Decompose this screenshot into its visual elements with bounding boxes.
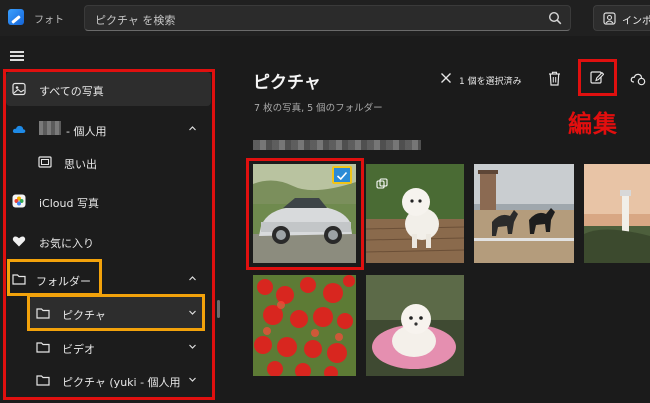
annotation-edit-caption: 編集: [568, 110, 618, 138]
page-subtitle: 7 枚の写真, 5 個のフォルダー: [254, 103, 383, 114]
trash-icon[interactable]: [548, 71, 561, 86]
search-box[interactable]: ピクチャ を検索: [84, 5, 571, 31]
import-label: インポート: [622, 16, 650, 27]
title-bar: フォト ピクチャ を検索 インポート: [0, 0, 650, 36]
horses-photo-image: [474, 164, 574, 263]
annotation-yellow-box-pictures: [27, 294, 205, 331]
photo-thumbnail-red-flowers[interactable]: [253, 275, 356, 376]
annotation-red-box-sidebar: [3, 69, 215, 400]
search-input[interactable]: ピクチャ を検索: [95, 12, 175, 28]
photos-app-icon: [8, 9, 24, 25]
close-icon[interactable]: [440, 72, 452, 84]
app-title: フォト: [34, 15, 64, 26]
search-icon[interactable]: [548, 11, 562, 25]
dog-cushion-photo-image: [366, 275, 464, 376]
import-icon: [603, 12, 616, 25]
photo-thumbnail-dog-cushion[interactable]: [366, 275, 464, 376]
flowers-photo-image: [253, 275, 356, 376]
annotation-red-box-selected-photo: [246, 158, 364, 270]
blurred-date-header: [253, 140, 421, 150]
lighthouse-photo-image: [584, 164, 650, 263]
cloud-sync-icon[interactable]: [630, 71, 646, 86]
live-photo-icon: [376, 178, 388, 189]
photo-thumbnail-dog-deck[interactable]: [366, 164, 464, 263]
selection-count: 1 個を選択済み: [459, 77, 522, 87]
page-title: ピクチャ: [253, 73, 321, 93]
import-button[interactable]: インポート: [593, 5, 650, 31]
hamburger-menu-icon[interactable]: [10, 50, 24, 62]
photo-thumbnail-lighthouse[interactable]: [584, 164, 650, 263]
annotation-yellow-box-folders: [7, 259, 102, 296]
annotation-red-box-edit: [578, 59, 617, 96]
photo-thumbnail-horses[interactable]: [474, 164, 574, 263]
